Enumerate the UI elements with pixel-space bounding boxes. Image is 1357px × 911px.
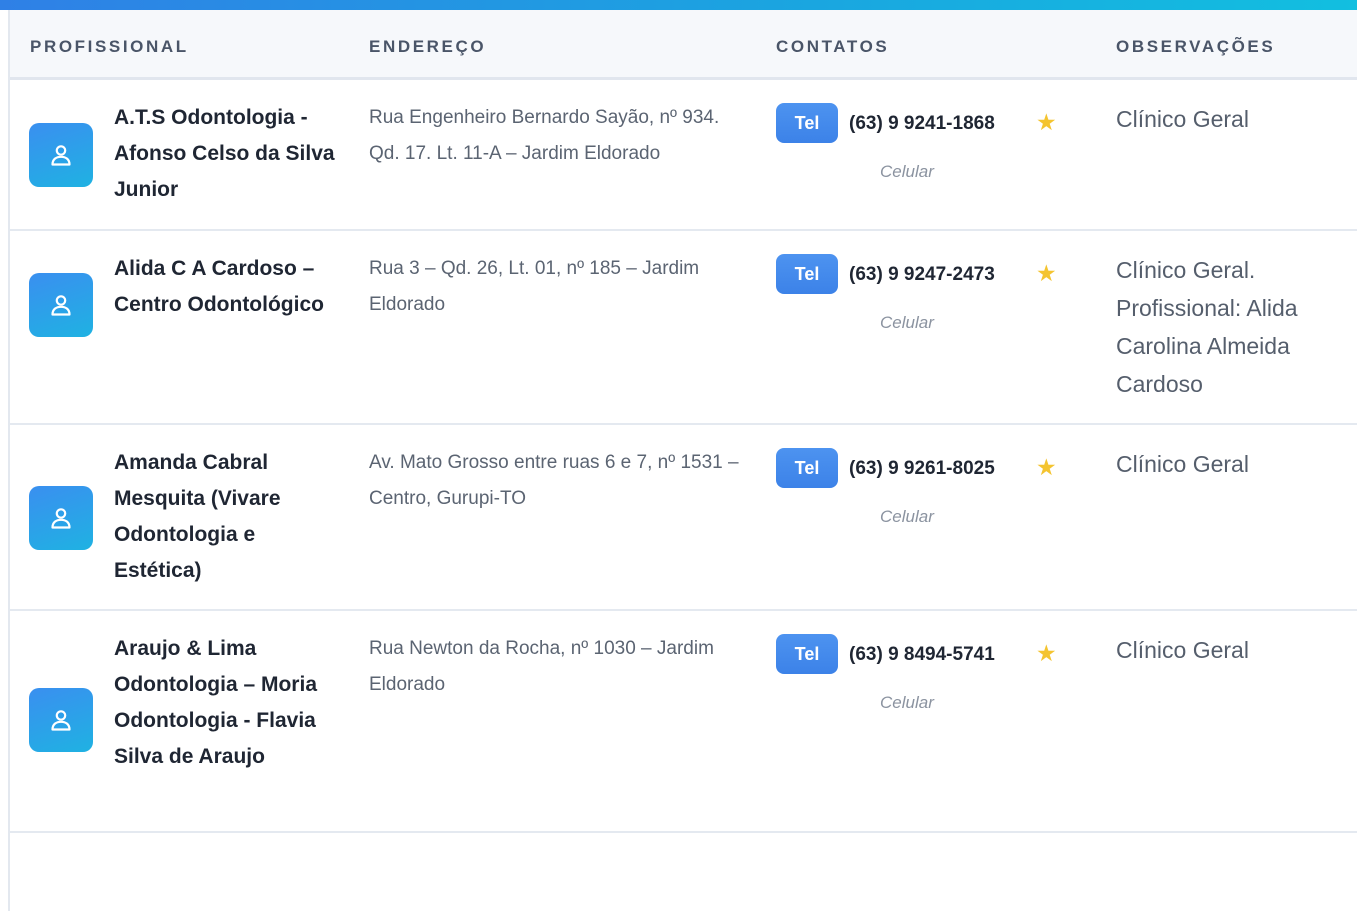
table-row: Alida C A Cardoso – Centro Odontológico …	[10, 231, 1357, 425]
user-icon	[51, 295, 71, 316]
table-row: A.T.S Odontologia - Afonso Celso da Silv…	[10, 80, 1357, 231]
address: Rua 3 – Qd. 26, Lt. 01, nº 185 – Jardim …	[369, 258, 700, 315]
user-icon	[51, 710, 71, 731]
professional-name: Amanda Cabral Mesquita (Vivare Odontolog…	[114, 451, 281, 582]
header-notes: OBSERVAÇÕES	[1116, 37, 1276, 56]
page: PROFISSIONAL ENDEREÇO CONTATOS OBSERVAÇÕ…	[0, 0, 1357, 911]
phone-link[interactable]: (63) 9 8494-5741	[849, 644, 995, 666]
address: Rua Engenheiro Bernardo Sayão, nº 934. Q…	[369, 107, 720, 164]
star-icon: ★	[1036, 454, 1057, 480]
professionals-table: PROFISSIONAL ENDEREÇO CONTATOS OBSERVAÇÕ…	[10, 10, 1357, 911]
tel-badge: Tel	[776, 634, 838, 674]
professional-name: Araujo & Lima Odontologia – Moria Odonto…	[114, 637, 317, 768]
phone-link[interactable]: (63) 9 9261-8025	[849, 458, 995, 480]
star-icon: ★	[1036, 260, 1057, 286]
phone-link[interactable]: (63) 9 9247-2473	[849, 264, 995, 286]
professional-name: A.T.S Odontologia - Afonso Celso da Silv…	[114, 106, 335, 201]
tel-badge: Tel	[776, 103, 838, 143]
notes: Clínico Geral	[1116, 637, 1249, 663]
phone-type: Celular	[880, 162, 934, 181]
phone-link[interactable]: (63) 9 9241-1868	[849, 113, 995, 135]
user-icon	[51, 508, 71, 529]
header-contacts: CONTATOS	[776, 37, 890, 56]
tel-badge: Tel	[776, 254, 838, 294]
star-icon: ★	[1036, 109, 1057, 135]
header-address: ENDEREÇO	[369, 37, 487, 56]
phone-type: Celular	[880, 693, 934, 712]
phone-type: Celular	[880, 507, 934, 526]
phone-type: Celular	[880, 313, 934, 332]
notes: Clínico Geral	[1116, 106, 1249, 132]
table-row: Araujo & Lima Odontologia – Moria Odonto…	[10, 611, 1357, 833]
avatar	[29, 688, 93, 752]
notes: Clínico Geral	[1116, 451, 1249, 477]
tel-badge: Tel	[776, 448, 838, 488]
header-professional: PROFISSIONAL	[30, 37, 189, 56]
professional-name: Alida C A Cardoso – Centro Odontológico	[114, 257, 324, 316]
address: Rua Newton da Rocha, nº 1030 – Jardim El…	[369, 638, 714, 695]
avatar	[29, 486, 93, 550]
avatar	[29, 273, 93, 337]
avatar	[29, 123, 93, 187]
star-icon: ★	[1036, 640, 1057, 666]
notes: Clínico Geral. Profissional: Alida Carol…	[1116, 257, 1298, 397]
user-icon	[51, 145, 71, 166]
accent-bar	[0, 0, 1357, 10]
table-header: PROFISSIONAL ENDEREÇO CONTATOS OBSERVAÇÕ…	[10, 10, 1357, 80]
table-row: Amanda Cabral Mesquita (Vivare Odontolog…	[10, 425, 1357, 611]
address: Av. Mato Grosso entre ruas 6 e 7, nº 153…	[369, 452, 739, 509]
